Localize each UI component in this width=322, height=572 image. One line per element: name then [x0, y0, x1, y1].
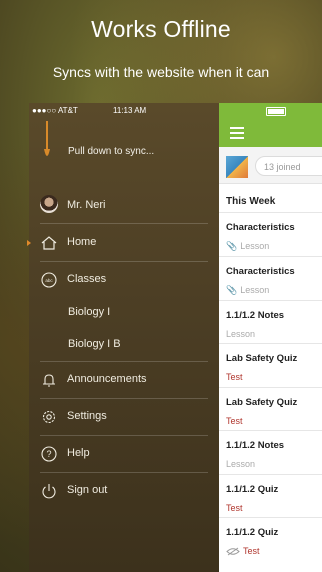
post-type: Test	[226, 503, 243, 513]
sidebar-item-label: Home	[67, 236, 97, 248]
post-title: 1.1/1.2 Notes	[226, 310, 285, 321]
section-title: This Week	[226, 196, 276, 207]
list-item[interactable]: 1.1/1.2 Notes Lesson	[219, 300, 322, 344]
status-bar: ●●●○○ AT&T 11:13 AM	[29, 103, 219, 119]
promo-subtitle: Syncs with the website when it can	[52, 64, 270, 80]
post-type: Test	[226, 372, 243, 382]
class-label: Biology I B	[68, 338, 121, 350]
svg-text:abc: abc	[45, 278, 53, 283]
paperclip-icon: 📎	[226, 241, 238, 251]
post-title: Characteristics	[226, 222, 295, 233]
classes-icon: abc	[41, 272, 57, 288]
avatar	[40, 195, 58, 213]
navigation-drawer: ●●●○○ AT&T 11:13 AM Pull down to sync...…	[27, 103, 219, 572]
post-type: Lesson	[226, 459, 256, 469]
post-title: 1.1/1.2 Notes	[226, 440, 285, 451]
sidebar-item-label: Sign out	[67, 484, 108, 496]
members-count: 13 joined	[255, 156, 322, 176]
post-type: Lesson	[240, 241, 270, 251]
menu-icon[interactable]	[230, 127, 244, 139]
sidebar-item-label: Settings	[67, 410, 107, 422]
post-title: 1.1/1.2 Quiz	[226, 527, 279, 538]
profile-item[interactable]: Mr. Neri	[29, 188, 219, 224]
class-item-biology-i-b[interactable]: Biology I B	[29, 327, 219, 359]
pull-to-sync-icon	[44, 121, 50, 156]
content-panel: 13 joined This Week Characteristics 📎 Les…	[219, 103, 322, 572]
sidebar-item-announcements[interactable]: Announcements	[29, 362, 219, 398]
eye-hidden-icon	[226, 547, 240, 556]
post-title: 1.1/1.2 Quiz	[226, 484, 279, 495]
post-type: Lesson	[226, 329, 256, 339]
home-icon	[41, 236, 57, 250]
sidebar-item-help[interactable]: ? Help	[29, 436, 219, 472]
post-type: Test	[226, 416, 243, 426]
list-item[interactable]: 1.1/1.2 Quiz Test	[219, 517, 322, 572]
post-title: Characteristics	[226, 266, 295, 277]
list-item[interactable]: Characteristics 📎 Lesson	[219, 256, 322, 301]
profile-name: Mr. Neri	[67, 199, 106, 211]
sidebar-item-classes[interactable]: abc Classes	[29, 262, 219, 298]
sidebar-item-settings[interactable]: Settings	[29, 399, 219, 435]
paperclip-icon: 📎	[226, 285, 238, 295]
list-item[interactable]: Characteristics 📎 Lesson	[219, 212, 322, 257]
sidebar-item-label: Announcements	[67, 373, 147, 385]
post-type: Test	[243, 546, 260, 556]
list-item[interactable]: Lab Safety Quiz Test	[219, 387, 322, 431]
group-thumbnail	[226, 156, 248, 178]
pull-to-sync-label: Pull down to sync...	[68, 146, 155, 157]
list-item[interactable]: 1.1/1.2 Quiz Test	[219, 474, 322, 518]
sidebar-item-home[interactable]: Home	[27, 225, 219, 261]
sidebar-item-label: Classes	[67, 273, 107, 285]
divider	[40, 223, 208, 224]
group-row[interactable]: 13 joined	[219, 147, 322, 184]
help-icon: ?	[41, 446, 57, 462]
app-header	[219, 103, 322, 147]
post-type: Lesson	[240, 285, 270, 295]
active-indicator	[27, 240, 31, 246]
status-time: 11:13 AM	[113, 106, 147, 115]
carrier-label: ●●●○○ AT&T	[32, 106, 78, 115]
svg-text:?: ?	[46, 449, 51, 459]
post-title: Lab Safety Quiz	[226, 353, 298, 364]
list-item[interactable]: Lab Safety Quiz Test	[219, 343, 322, 388]
post-title: Lab Safety Quiz	[226, 397, 298, 408]
power-icon	[42, 484, 56, 499]
sidebar-item-sign-out[interactable]: Sign out	[29, 473, 219, 509]
promo-title: Works Offline	[91, 16, 231, 42]
list-item[interactable]: 1.1/1.2 Notes Lesson	[219, 430, 322, 475]
bell-icon	[43, 374, 55, 387]
class-item-biology-i[interactable]: Biology I	[29, 296, 219, 328]
gear-icon	[42, 410, 56, 424]
battery-icon	[266, 107, 286, 116]
class-label: Biology I	[68, 306, 111, 318]
sidebar-item-label: Help	[67, 447, 90, 459]
